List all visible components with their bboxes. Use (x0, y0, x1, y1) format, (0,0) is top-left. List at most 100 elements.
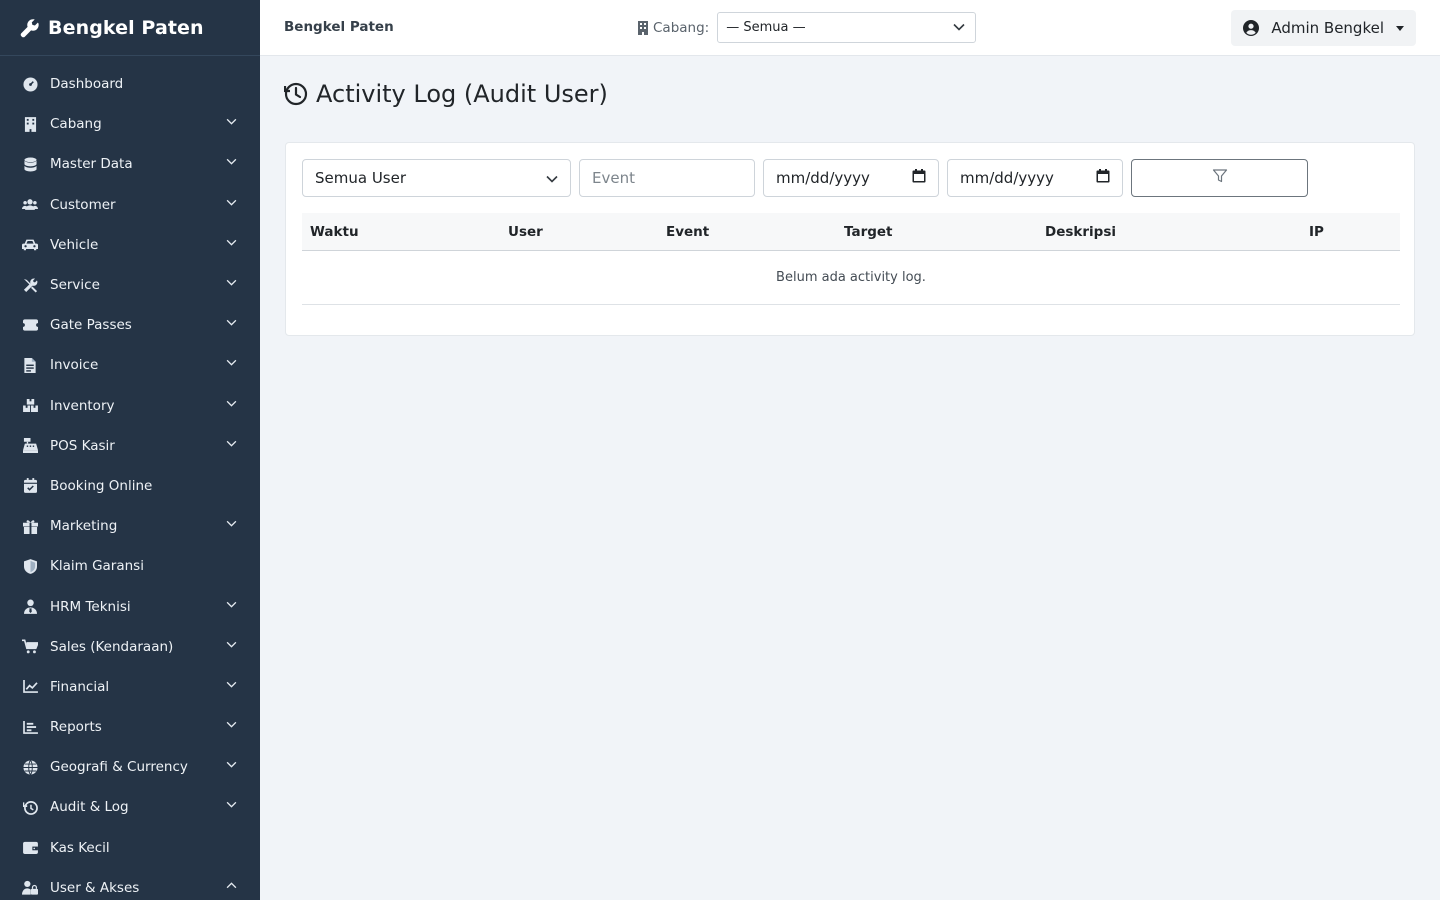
chevron-down-icon (226, 319, 238, 331)
sidebar-item-service[interactable]: Service (0, 265, 260, 305)
branch-switcher: Cabang: — Semua — (637, 12, 977, 43)
user-circle-icon (1243, 20, 1260, 36)
sidebar-item-sales-kendaraan[interactable]: Sales (Kendaraan) (0, 627, 260, 667)
tools-icon (22, 277, 38, 293)
sidebar-item-label: Vehicle (50, 236, 99, 253)
wrench-icon (20, 18, 40, 38)
user-filter-value: Semua User (315, 169, 407, 187)
sidebar-item-label: Gate Passes (50, 317, 132, 334)
sidebar-item-audit-log[interactable]: Audit & Log (0, 787, 260, 827)
column-header-ip[interactable]: IP (1309, 224, 1324, 240)
database-icon (22, 156, 38, 172)
sidebar: Bengkel Paten Dashboard Cabang Master Data… (0, 0, 260, 900)
column-header-deskripsi[interactable]: Deskripsi (1045, 224, 1116, 240)
user-tie-icon (22, 599, 38, 615)
chevron-down-icon (226, 801, 238, 813)
branch-label: Cabang: (653, 19, 710, 36)
calendar-icon[interactable] (912, 169, 926, 187)
filter-icon (1212, 168, 1228, 188)
sidebar-item-label: Klaim Garansi (50, 558, 144, 575)
empty-state-message: Belum ada activity log. (776, 270, 926, 285)
sidebar-item-geografi-currency[interactable]: Geografi & Currency (0, 747, 260, 787)
chevron-down-icon (226, 400, 238, 412)
boxes-icon (22, 398, 38, 414)
sidebar-item-marketing[interactable]: Marketing (0, 506, 260, 546)
sidebar-item-dashboard[interactable]: Dashboard (0, 64, 260, 104)
cash-register-icon (22, 438, 38, 454)
sidebar-item-label: Booking Online (50, 477, 153, 494)
chevron-down-icon (226, 279, 238, 291)
activity-log-card: Semua User Event mm/dd/yyyy mm/dd/yyyy W… (285, 142, 1415, 336)
user-menu-button[interactable]: Admin Bengkel (1231, 10, 1416, 46)
calendar-icon[interactable] (1096, 169, 1110, 187)
user-lock-icon (22, 880, 38, 896)
event-input[interactable]: Event (579, 159, 755, 197)
sidebar-item-label: Sales (Kendaraan) (50, 638, 174, 655)
file-invoice-icon (22, 357, 38, 373)
chevron-down-icon (226, 199, 238, 211)
sidebar-item-hrm-teknisi[interactable]: HRM Teknisi (0, 586, 260, 626)
sidebar-item-kas-kecil[interactable]: Kas Kecil (0, 828, 260, 868)
branch-label-wrap: Cabang: (637, 20, 709, 36)
column-header-waktu[interactable]: Waktu (310, 224, 359, 240)
sidebar-item-gate-passes[interactable]: Gate Passes (0, 305, 260, 345)
table-header: Waktu User Event Target Deskripsi IP (302, 213, 1400, 251)
history-icon (284, 81, 308, 107)
sidebar-item-customer[interactable]: Customer (0, 185, 260, 225)
sidebar-item-label: Invoice (50, 357, 99, 374)
sidebar-item-label: Service (50, 277, 100, 294)
sidebar-item-klaim-garansi[interactable]: Klaim Garansi (0, 546, 260, 586)
chevron-down-icon (226, 520, 238, 532)
chevron-down-icon (226, 681, 238, 693)
page-title-text: Activity Log (Audit User) (316, 80, 608, 108)
column-header-event[interactable]: Event (666, 224, 709, 240)
sidebar-item-master-data[interactable]: Master Data (0, 144, 260, 184)
topbar-brand[interactable]: Bengkel Paten (284, 19, 394, 35)
chart-bar-icon (22, 719, 38, 735)
sidebar-item-invoice[interactable]: Invoice (0, 345, 260, 385)
sidebar-item-reports[interactable]: Reports (0, 707, 260, 747)
empty-state-row: Belum ada activity log. (302, 251, 1400, 305)
sidebar-item-vehicle[interactable]: Vehicle (0, 225, 260, 265)
user-name: Admin Bengkel (1271, 19, 1384, 37)
filter-button[interactable] (1131, 159, 1308, 197)
date-to-value: mm/dd/yyyy (960, 169, 1054, 187)
page-title: Activity Log (Audit User) (284, 80, 608, 108)
sidebar-item-label: Reports (50, 719, 102, 736)
sidebar-item-booking-online[interactable]: Booking Online (0, 466, 260, 506)
sidebar-item-label: POS Kasir (50, 437, 115, 454)
caret-down-icon (1396, 25, 1404, 31)
building-icon (637, 20, 649, 35)
ticket-icon (22, 317, 38, 333)
sidebar-brand[interactable]: Bengkel Paten (0, 0, 260, 56)
building-icon (22, 116, 38, 132)
sidebar-item-financial[interactable]: Financial (0, 667, 260, 707)
user-filter-select[interactable]: Semua User (302, 159, 571, 197)
branch-select[interactable]: — Semua — (717, 12, 977, 43)
sidebar-item-label: Kas Kecil (50, 839, 110, 856)
sidebar-nav: Dashboard Cabang Master Data Customer Vehicl… (0, 56, 260, 900)
gift-icon (22, 518, 38, 534)
sidebar-item-user-akses[interactable]: User & Akses (0, 868, 260, 900)
calendar-check-icon (22, 478, 38, 494)
sidebar-item-label: Customer (50, 196, 116, 213)
chevron-down-icon (226, 721, 238, 733)
sidebar-item-inventory[interactable]: Inventory (0, 386, 260, 426)
chevron-down-icon (226, 601, 238, 613)
column-header-user[interactable]: User (508, 224, 543, 240)
sidebar-item-cabang[interactable]: Cabang (0, 104, 260, 144)
chart-line-icon (22, 679, 38, 695)
sidebar-item-label: Master Data (50, 156, 133, 173)
wallet-icon (22, 840, 38, 856)
sidebar-item-pos-kasir[interactable]: POS Kasir (0, 426, 260, 466)
branch-select-value: — Semua — (726, 20, 806, 35)
sidebar-item-label: User & Akses (50, 879, 140, 896)
chevron-down-icon (226, 641, 238, 653)
date-to-input[interactable]: mm/dd/yyyy (947, 159, 1123, 197)
date-from-input[interactable]: mm/dd/yyyy (763, 159, 939, 197)
chevron-down-icon (226, 239, 238, 251)
sidebar-item-label: Cabang (50, 116, 102, 133)
globe-icon (22, 759, 38, 775)
column-header-target[interactable]: Target (844, 224, 893, 240)
sidebar-item-label: HRM Teknisi (50, 598, 131, 615)
